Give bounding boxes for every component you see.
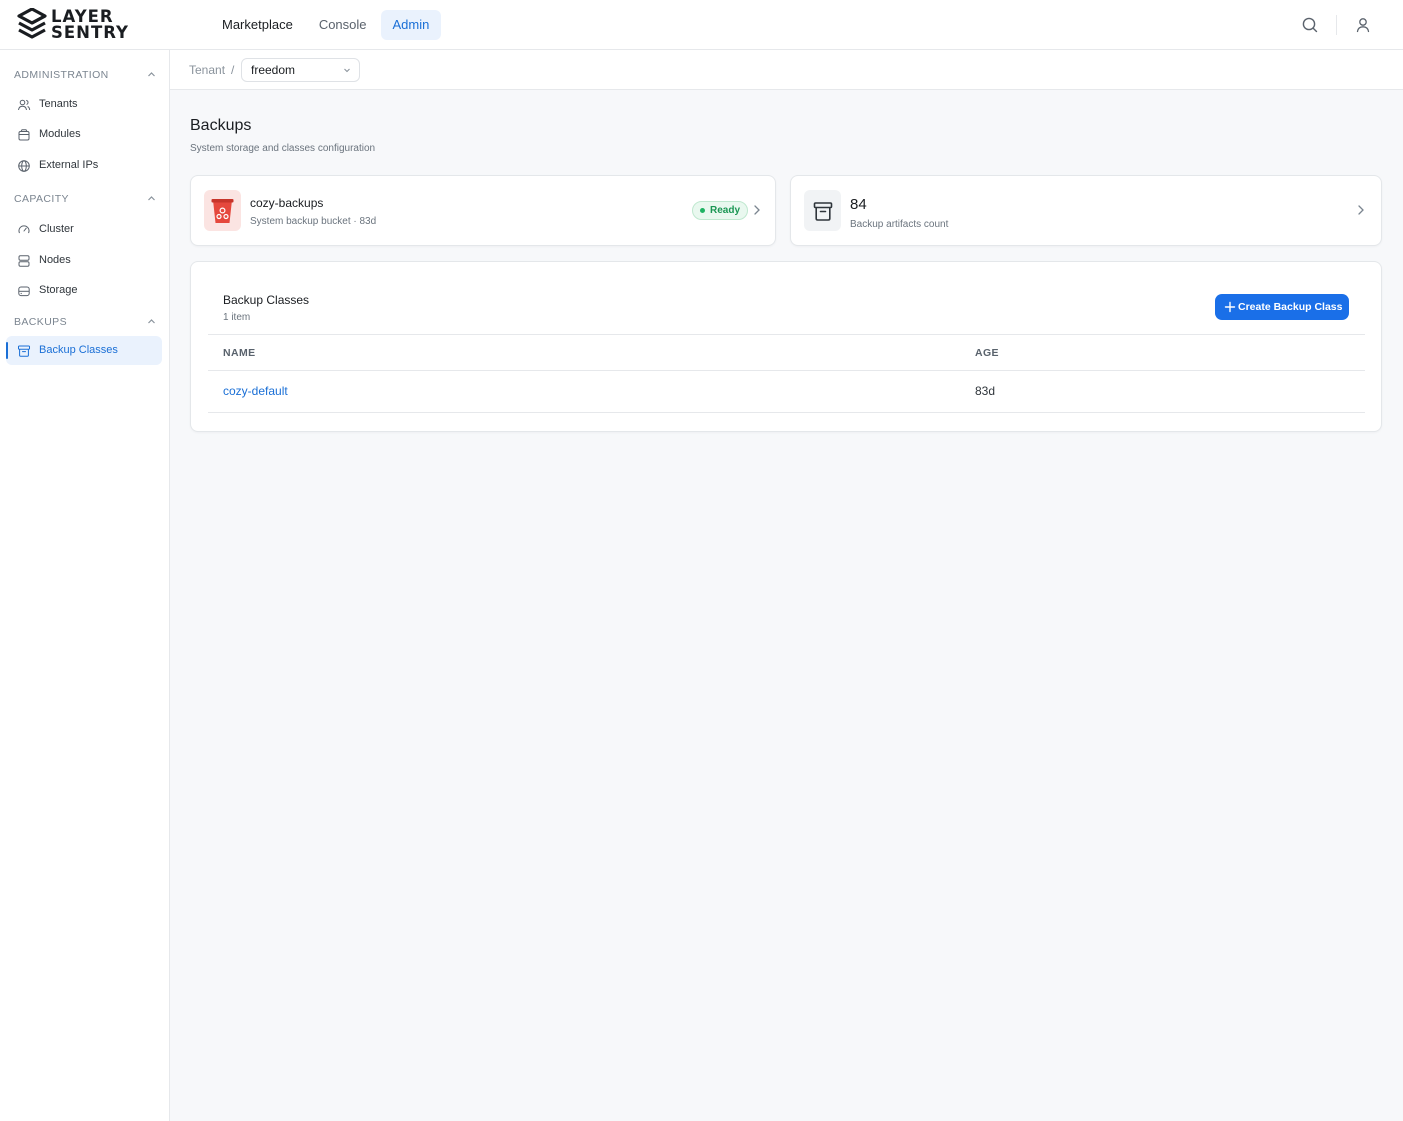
gauge-icon <box>18 225 30 234</box>
bucket-thumbnail <box>204 190 241 231</box>
server-icon <box>18 255 30 267</box>
tab-console[interactable]: Console <box>307 10 379 40</box>
chevron-up-icon <box>148 319 155 324</box>
bucket-meta: System backup bucket · 83d <box>250 216 377 227</box>
brand-line-2: SENTRY <box>51 23 129 42</box>
table-header: NAME AGE <box>208 334 1365 371</box>
archive-icon <box>18 345 30 357</box>
chevron-right-icon <box>754 205 760 215</box>
users-icon <box>18 99 31 111</box>
sidebar-item-label: Storage <box>39 284 78 296</box>
top-bar: LAYER SENTRY Marketplace Console Admin <box>0 0 1403 50</box>
table-row[interactable]: cozy-default 83d <box>208 371 1365 413</box>
tab-marketplace[interactable]: Marketplace <box>210 10 305 40</box>
sidebar-item-label: Modules <box>39 128 81 140</box>
sidebar-item-tenants[interactable]: Tenants <box>6 90 162 119</box>
sidebar-item-nodes[interactable]: Nodes <box>6 246 162 275</box>
top-actions <box>1300 15 1373 35</box>
brand-name: LAYER SENTRY <box>51 8 129 42</box>
user-icon[interactable] <box>1353 15 1373 35</box>
tenant-select[interactable]: freedom <box>241 58 360 82</box>
panel-title: Backup Classes <box>223 293 310 307</box>
item-count: 1 item <box>223 312 251 323</box>
create-button-label: Create Backup Class <box>1238 301 1343 313</box>
breadcrumb-separator: / <box>231 63 235 77</box>
artifacts-label: Backup artifacts count <box>850 219 949 230</box>
sidebar-item-backup-classes[interactable]: Backup Classes <box>6 336 162 365</box>
backup-bucket-card[interactable]: cozy-backups System backup bucket · 83d … <box>190 175 776 246</box>
section-title: CAPACITY <box>14 193 69 205</box>
bucket-icon <box>211 199 234 223</box>
brand-logo[interactable]: LAYER SENTRY <box>17 8 137 42</box>
sidebar-item-label: Nodes <box>39 254 71 266</box>
chevron-down-icon <box>344 68 350 73</box>
backup-artifacts-card[interactable]: 84 Backup artifacts count <box>790 175 1382 246</box>
backup-class-age: 83d <box>975 384 996 398</box>
sidebar-item-cluster[interactable]: Cluster <box>6 215 162 244</box>
column-header-name[interactable]: NAME <box>223 335 256 372</box>
plus-icon <box>1224 301 1236 313</box>
sidebar-item-label: Tenants <box>39 98 78 110</box>
column-header-age[interactable]: AGE <box>975 335 999 372</box>
chevron-up-icon <box>148 72 155 77</box>
archive-icon <box>813 202 833 221</box>
box-icon <box>18 129 30 141</box>
storage-icon <box>18 286 30 297</box>
sidebar-item-modules[interactable]: Modules <box>6 120 162 149</box>
create-backup-class-button[interactable]: Create Backup Class <box>1215 294 1349 320</box>
artifacts-icon-box <box>804 190 841 231</box>
page-subtitle: System storage and classes configuration <box>190 143 376 154</box>
sidebar-section-backups[interactable]: BACKUPS <box>14 313 156 331</box>
sidebar-item-label: External IPs <box>39 159 99 171</box>
section-title: BACKUPS <box>14 316 67 328</box>
breadcrumb: Tenant / freedom <box>170 50 1403 90</box>
globe-icon <box>18 160 30 172</box>
topbar-divider <box>1336 15 1337 35</box>
backup-class-name-link[interactable]: cozy-default <box>223 371 288 412</box>
sidebar-item-storage[interactable]: Storage <box>6 276 162 305</box>
section-title: ADMINISTRATION <box>14 69 109 81</box>
main-nav: Marketplace Console Admin <box>210 10 443 40</box>
status-badge: Ready <box>692 201 749 220</box>
sidebar-section-administration[interactable]: ADMINISTRATION <box>14 66 156 84</box>
sidebar-section-capacity[interactable]: CAPACITY <box>14 190 156 208</box>
sidebar-item-label: Cluster <box>39 223 74 235</box>
chevron-up-icon <box>148 196 155 201</box>
chevron-right-icon <box>1358 205 1364 215</box>
sidebar: ADMINISTRATION Tenants Modules External … <box>0 50 170 1121</box>
breadcrumb-tenant-label[interactable]: Tenant <box>189 50 225 90</box>
sidebar-item-external-ips[interactable]: External IPs <box>6 151 162 180</box>
bucket-name: cozy-backups <box>250 196 324 210</box>
tab-admin[interactable]: Admin <box>380 10 442 40</box>
layers-logo-icon <box>17 8 47 39</box>
tenant-select-value: freedom <box>251 63 296 77</box>
page-title: Backups <box>190 117 252 134</box>
sidebar-item-label: Backup Classes <box>39 344 118 356</box>
backup-classes-panel: Backup Classes 1 item Create Backup Clas… <box>190 261 1382 432</box>
search-icon[interactable] <box>1300 15 1320 35</box>
artifacts-count: 84 <box>850 196 867 213</box>
